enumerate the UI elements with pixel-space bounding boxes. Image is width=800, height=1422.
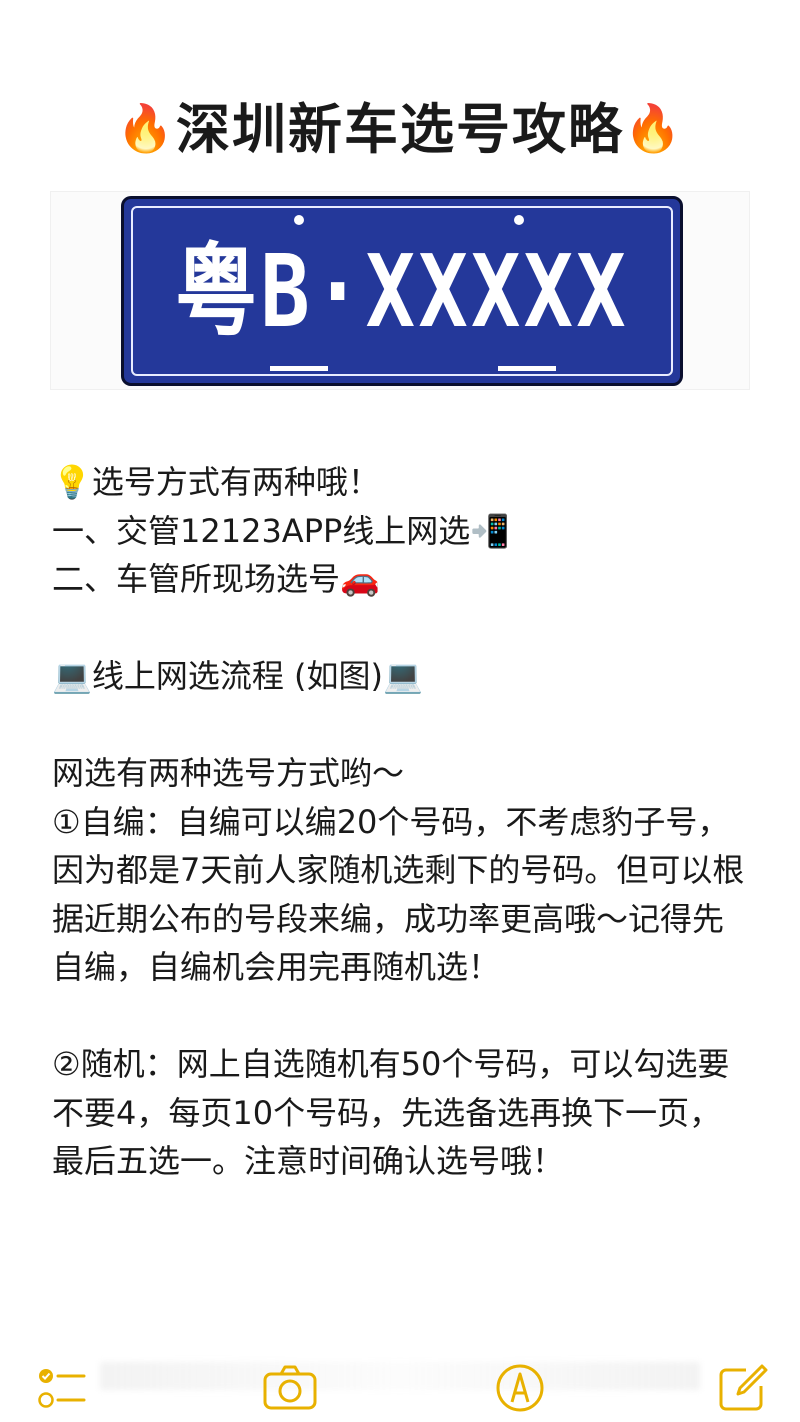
method-online: 一、交管12123APP线上网选📲 bbox=[52, 511, 511, 550]
online-flow-heading: 💻线上网选流程 (如图)💻 bbox=[52, 657, 423, 695]
random-paragraph: ②随机：网上自选随机有50个号码，可以勾选要不要4，每页10个号码，先选备选再换… bbox=[52, 1045, 730, 1180]
two-modes-line: 网选有两种选号方式哟～ bbox=[52, 754, 405, 792]
toolbar-blur-backdrop bbox=[100, 1362, 700, 1390]
bottom-toolbar bbox=[0, 1354, 800, 1422]
license-plate-image: 粤B·XXXXX bbox=[121, 196, 683, 386]
self-compose-paragraph: ①自编：自编可以编20个号码，不考虑豹子号，因为都是7天前人家随机选剩下的号码。… bbox=[52, 802, 745, 987]
fire-emoji-left: 🔥 bbox=[116, 101, 176, 155]
intro-line: 💡选号方式有两种哦！ bbox=[52, 463, 380, 501]
camera-button[interactable] bbox=[262, 1362, 318, 1414]
title-text: 深圳新车选号攻略 bbox=[176, 98, 624, 161]
compose-button[interactable] bbox=[716, 1362, 772, 1414]
checklist-icon bbox=[38, 1369, 86, 1408]
checklist-button[interactable] bbox=[30, 1362, 86, 1414]
plate-rivet-right bbox=[514, 215, 524, 225]
plate-rivet-left bbox=[294, 215, 304, 225]
plate-number: 粤B·XXXXX bbox=[175, 233, 629, 350]
note-title: 🔥深圳新车选号攻略🔥 bbox=[0, 92, 800, 166]
markup-pen-icon bbox=[496, 1364, 544, 1412]
compose-icon bbox=[719, 1364, 768, 1411]
camera-icon bbox=[263, 1365, 317, 1410]
plate-bar-right bbox=[498, 366, 556, 371]
note-body[interactable]: 💡选号方式有两种哦！ 一、交管12123APP线上网选📲 二、车管所现场选号🚗 … bbox=[52, 458, 752, 1186]
fire-emoji-right: 🔥 bbox=[624, 101, 684, 155]
markup-button[interactable] bbox=[492, 1362, 548, 1414]
method-onsite: 二、车管所现场选号🚗 bbox=[52, 560, 380, 598]
plate-bar-left bbox=[270, 366, 328, 371]
